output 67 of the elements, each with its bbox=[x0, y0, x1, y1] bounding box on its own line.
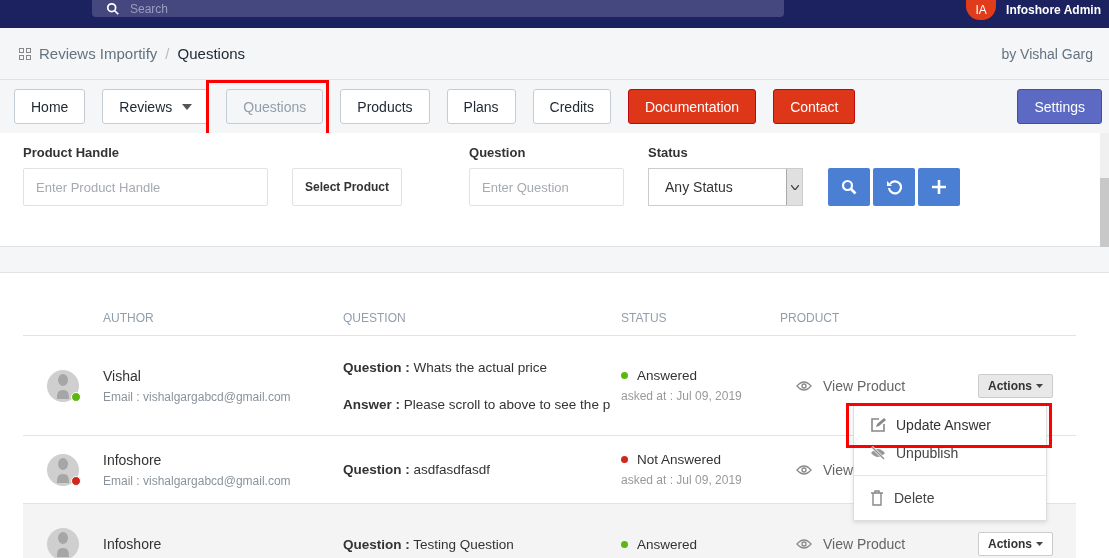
nav-button[interactable]: Contact bbox=[773, 89, 856, 124]
caret-icon bbox=[1036, 383, 1043, 388]
user-avatar[interactable]: IA bbox=[966, 0, 997, 20]
nav-button[interactable]: Plans bbox=[446, 89, 516, 124]
view-product-link[interactable]: View Product bbox=[796, 536, 978, 552]
user-name[interactable]: Infoshore Admin bbox=[1006, 3, 1101, 17]
caret-icon bbox=[182, 103, 193, 110]
question-text: Question : Whats the actual price bbox=[343, 359, 549, 375]
status-text: Not Answered bbox=[637, 452, 722, 467]
asked-date: asked at : Jul 09, 2019 bbox=[621, 473, 743, 487]
author-name: Infoshore bbox=[103, 536, 163, 552]
plus-icon bbox=[931, 179, 948, 195]
nav-button[interactable]: Home bbox=[14, 89, 86, 124]
view-product-link[interactable]: View Product bbox=[796, 377, 978, 394]
scrollbar[interactable] bbox=[1100, 133, 1109, 247]
column-header: QUESTION bbox=[343, 310, 407, 325]
column-header: STATUS bbox=[621, 310, 668, 325]
actions-button[interactable]: Actions bbox=[978, 532, 1053, 556]
breadcrumb-item[interactable]: Reviews Importify bbox=[39, 45, 158, 62]
eye-icon bbox=[796, 464, 812, 475]
question-text: Question : asdfasdfasdf bbox=[343, 462, 492, 477]
search-icon bbox=[841, 179, 858, 195]
question-text: Question : Testing Question bbox=[343, 536, 515, 552]
reset-button[interactable] bbox=[873, 168, 916, 206]
edit-icon bbox=[870, 416, 886, 433]
status-text: Answered bbox=[637, 368, 698, 383]
field-label: Product Handle bbox=[23, 145, 121, 162]
answer-text: Answer : Please scroll to above to see the p bbox=[343, 396, 612, 412]
add-button[interactable] bbox=[918, 168, 961, 206]
refresh-icon bbox=[886, 179, 903, 195]
caret-icon bbox=[1036, 542, 1043, 546]
column-header: AUTHOR bbox=[103, 310, 155, 325]
nav-button[interactable]: Credits bbox=[532, 89, 611, 124]
eye-icon bbox=[796, 380, 812, 391]
search-button[interactable] bbox=[828, 168, 871, 206]
product-handle-field[interactable]: Enter Product Handle bbox=[23, 168, 268, 206]
nav-button[interactable]: Products bbox=[340, 89, 430, 124]
author-byline: by Vishal Garg bbox=[1001, 45, 1093, 62]
menu-item[interactable]: Update Answer bbox=[854, 410, 1046, 439]
author-name: Vishal bbox=[103, 367, 142, 384]
apps-icon bbox=[19, 47, 31, 60]
trash-icon bbox=[870, 489, 884, 506]
status-select[interactable]: Any Status bbox=[648, 168, 804, 206]
menu-item[interactable]: Delete bbox=[854, 483, 1046, 512]
field-label: Question bbox=[469, 145, 527, 162]
column-header: PRODUCT bbox=[780, 310, 841, 325]
avatar-icon bbox=[46, 368, 80, 403]
avatar-icon bbox=[46, 452, 80, 487]
search-icon bbox=[106, 1, 120, 16]
eye-icon bbox=[796, 539, 812, 549]
search-placeholder: Search bbox=[130, 1, 169, 16]
author-email: Email : vishalgargabcd@gmail.com bbox=[103, 473, 292, 488]
author-name: Infoshore bbox=[103, 451, 163, 468]
nav-button[interactable]: Documentation bbox=[627, 89, 757, 124]
breadcrumb-separator: / bbox=[165, 45, 170, 62]
breadcrumb-item: Questions bbox=[177, 45, 246, 62]
field-label: Status bbox=[648, 145, 689, 162]
avatar-icon bbox=[46, 527, 80, 558]
status-text: Answered bbox=[637, 536, 698, 552]
author-email: Email : vishalgargabcd@gmail.com bbox=[103, 389, 292, 404]
nav-button[interactable]: Settings bbox=[1017, 89, 1102, 124]
question-field[interactable]: Enter Question bbox=[469, 168, 625, 206]
select-product-button[interactable]: Select Product bbox=[292, 168, 403, 206]
chevron-down-icon bbox=[790, 184, 799, 190]
asked-date: asked at : Jul 09, 2019 bbox=[621, 389, 743, 403]
actions-button[interactable]: Actions bbox=[978, 373, 1053, 398]
eye-slash-icon bbox=[870, 445, 886, 460]
